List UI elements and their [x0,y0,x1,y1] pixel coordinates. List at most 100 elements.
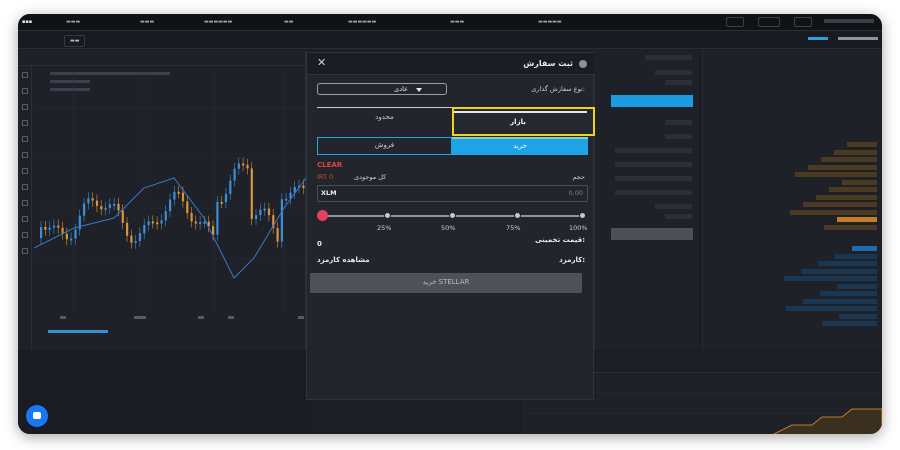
depth-bar [839,313,877,319]
order-side-panel [594,50,698,350]
candle-body [255,215,258,220]
crosshair-icon [22,72,28,78]
panel-row [615,190,692,195]
candle-body [134,241,137,244]
top-menu-item: ▬▬▬▬▬▬ [204,19,233,25]
depth-bar [816,194,877,200]
modal-title: ثبت سفارش [523,59,573,68]
trading-app-window: ▪▪▪ ▬▬▬ ▬▬▬ ▬▬▬▬▬▬ ▬▬ ▬▬▬▬▬▬ ▬▬▬ ▬▬▬▬▬ ▬… [18,14,882,434]
panel-row [655,204,692,209]
slider-stop-25[interactable] [384,212,391,219]
top-menu-item: ▬▬▬▬▬▬ [348,19,377,25]
order-book-panel [702,50,882,350]
tab-limit[interactable]: محدود [317,113,452,121]
clear-button[interactable]: CLEAR [317,161,342,169]
candle-body [224,193,228,203]
depth-bar [784,276,877,281]
candle-body [276,228,279,242]
depth-bar [837,283,877,289]
order-book-row [709,321,877,326]
volume-unit: XLM [321,189,337,197]
order-book-row [709,283,877,289]
order-type-select[interactable]: عادی [317,83,447,95]
order-book-row [709,194,877,200]
sell-button-label: فروش [374,141,395,149]
panel-row [665,80,692,85]
submit-bg-button [611,228,693,240]
top-menu-item: ▬▬▬▬▬ [538,19,562,25]
depth-bar [786,306,877,311]
panel-row [665,134,692,139]
order-type-label: نوع سفارش گذاری: [531,85,585,93]
order-book-row [709,202,877,207]
candle-body [74,229,77,239]
balance-value: IRT 0 [317,173,334,181]
chat-support-button[interactable] [26,405,48,427]
tab-market[interactable]: بازار [452,107,595,136]
order-type-value: عادی [394,85,408,93]
candle-body [117,203,120,211]
eye-tool-icon [22,232,28,238]
volume-input[interactable]: XLM 0.00 [317,185,588,202]
view-fee-link[interactable]: مشاهده کارمزد [317,256,370,264]
fee-label: کارمزد: [559,256,585,264]
candle-body [203,221,206,224]
user-menu [824,19,874,23]
slider-mark-50: 50% [441,224,456,232]
candle-body [78,215,81,230]
depth-bar [821,157,877,162]
slider-stop-50[interactable] [449,212,456,219]
depth-bar [790,209,877,215]
chevron-down-icon [416,88,422,92]
chart-footer-links [48,330,108,333]
depth-bar [842,179,877,185]
language-toggle [726,17,744,27]
order-book-row [709,187,877,192]
candle-body [138,233,142,242]
candle-body [194,221,197,224]
top-menu-item: ▬▬▬ [140,19,155,25]
buy-submit-label: خرید STELLAR [422,278,470,286]
candlestick-chart [34,68,306,314]
candle-body [40,227,43,238]
candle-body [126,222,129,236]
sell-button[interactable]: فروش [317,137,452,155]
order-book-row [709,246,877,251]
close-icon[interactable]: ✕ [317,56,326,69]
candle-body [246,164,249,169]
slider-stop-75[interactable] [514,212,521,219]
order-modal: ✕ ثبت سفارش نوع سفارش گذاری: عادی محدود … [306,52,595,400]
settings-toggle [794,17,812,27]
candle-body [104,207,107,210]
order-book-row [709,268,877,274]
order-book-row [709,276,877,281]
top-menu-item: ▬▬▬ [66,19,81,25]
depth-bar [824,224,877,230]
candle-body [130,235,133,243]
order-book-row [709,142,877,147]
amount-slider-thumb[interactable] [317,210,328,221]
modal-header: ✕ ثبت سفارش [307,53,595,75]
buy-submit-button[interactable]: خرید STELLAR [310,273,582,293]
order-book-row [709,306,877,311]
candle-body [263,208,266,211]
candle-body [267,208,271,216]
tab-market-label: بازار [510,118,526,126]
order-book-row [709,261,877,266]
top-bar: ▪▪▪ ▬▬▬ ▬▬▬ ▬▬▬▬▬▬ ▬▬ ▬▬▬▬▬▬ ▬▬▬ ▬▬▬▬▬ [18,14,882,31]
buy-button[interactable]: خرید [452,137,588,155]
depth-bar [822,321,877,326]
magnet-tool-icon [22,200,28,206]
candle-body [199,221,202,224]
candle-body [70,238,73,241]
candle-body [57,225,60,228]
brush-tool-icon [22,120,28,126]
candle-body [143,225,146,234]
panel-row [665,120,692,125]
order-book-row [709,157,877,162]
candle-body [44,227,47,230]
panel-header [645,55,692,60]
slider-stop-100[interactable] [579,212,586,219]
candle-body [242,163,245,166]
depth-bar [803,298,877,304]
